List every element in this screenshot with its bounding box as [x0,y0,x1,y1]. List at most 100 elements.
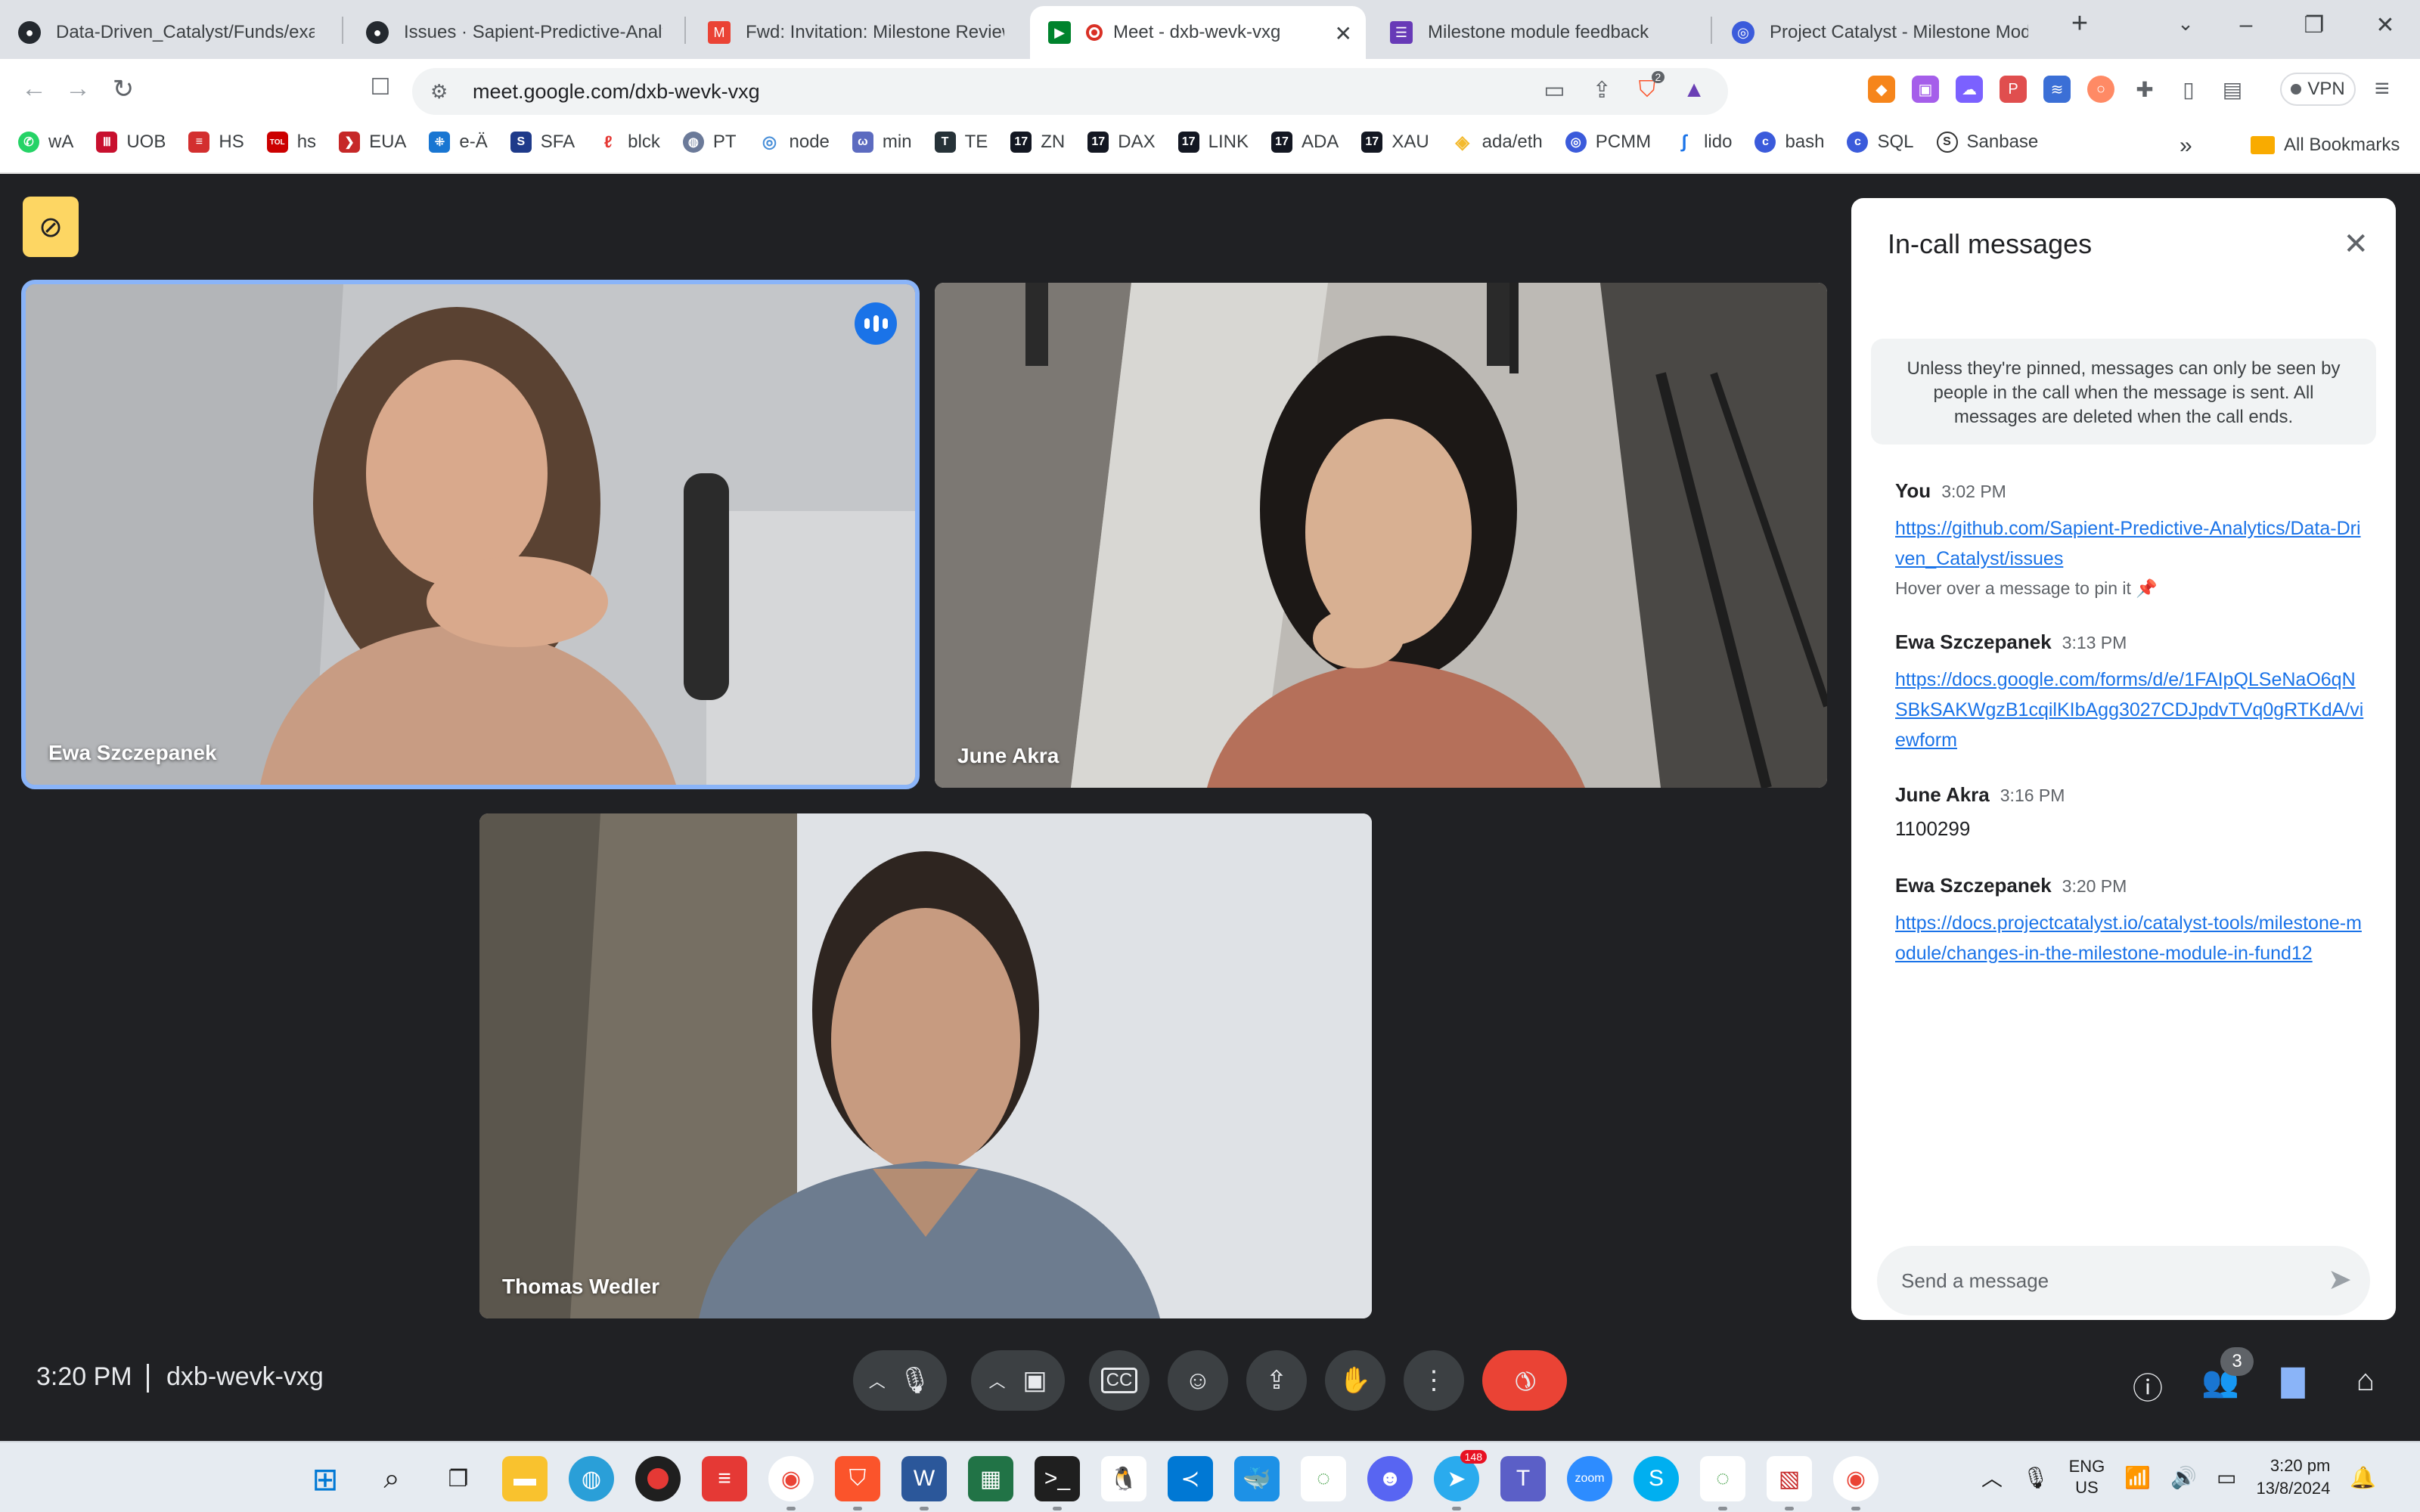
video-options-icon[interactable]: ︿ [988,1368,1005,1393]
search-icon[interactable]: ⌕ [369,1456,414,1501]
bookmark-item[interactable]: 17 ADA [1270,132,1339,153]
meeting-info-icon[interactable]: ⓘ [2125,1364,2170,1408]
microphone-control[interactable]: ︿ 🎙 [853,1350,947,1411]
tab-milestone-feedback[interactable]: ☰ Milestone module feedback [1372,6,1705,59]
bookmark-item[interactable]: ◎ node [759,132,830,153]
wifi-icon[interactable]: 📶 [2124,1465,2151,1490]
bookmark-item[interactable]: S SFA [510,132,575,153]
share-icon[interactable]: ⇪ [1593,77,1612,104]
new-tab-button[interactable]: + [2057,8,2102,40]
raise-hand-button[interactable]: ✋ [1325,1350,1385,1411]
maximize-button[interactable]: ❐ [2291,12,2337,39]
minimize-button[interactable]: – [2223,12,2269,38]
sheets-icon[interactable]: ▦ [968,1456,1013,1501]
camera-icon[interactable]: ▭ [1544,77,1565,104]
reactions-button[interactable]: ☺ [1168,1350,1228,1411]
message-link[interactable]: https://docs.projectcatalyst.io/catalyst… [1895,908,2364,968]
notification-icon[interactable]: 🔔 [2350,1465,2376,1490]
chat-icon[interactable]: ▇ [2270,1364,2316,1399]
bookmark-item[interactable]: T TE [934,132,988,153]
microphone-tray-icon[interactable]: 🎙 [2022,1465,2049,1490]
browser-menu-icon[interactable]: ≡ [2375,74,2390,104]
extension-icon[interactable]: P [2000,76,2027,103]
participant-tile-thomas[interactable]: Thomas Wedler [479,813,1372,1318]
bookmark-item[interactable]: ◈ ada/eth [1451,132,1543,153]
volume-icon[interactable]: 🔊 [2170,1465,2197,1490]
close-window-button[interactable]: ✕ [2363,12,2408,39]
bookmark-item[interactable]: c SQL [1847,132,1914,153]
bookmark-item[interactable]: 17 LINK [1177,132,1249,153]
close-tab-icon[interactable]: ✕ [1335,21,1352,46]
globe-app-icon[interactable]: ◍ [569,1456,614,1501]
wallet-icon[interactable]: ▤ [2219,76,2246,103]
captions-button[interactable]: CC [1089,1350,1150,1411]
message-link[interactable]: https://github.com/Sapient-Predictive-An… [1895,513,2364,574]
tab-gmail-invitation[interactable]: M Fwd: Invitation: Milestone Review [690,6,1022,59]
puzzle-icon[interactable]: ✚ [2131,76,2158,103]
docker-icon[interactable]: 🐳 [1234,1456,1280,1501]
tray-overflow-icon[interactable]: ︿ [1981,1462,2003,1492]
bookmark-item[interactable]: ω min [852,132,912,153]
tab-project-catalyst[interactable]: ◎ Project Catalyst - Milestone Modu [1714,6,2046,59]
message-link[interactable]: https://docs.google.com/forms/d/e/1FAIpQ… [1895,665,2364,755]
bookmark-item[interactable]: Ⅲ UOB [96,132,166,153]
back-button[interactable]: ← [15,74,53,104]
brave-shield-icon[interactable]: ⛉ 2 [1639,71,1665,104]
windows-start-icon[interactable]: ⊞ [302,1456,348,1501]
leave-call-button[interactable]: ✆ [1482,1350,1567,1411]
extension-icon[interactable]: ≋ [2043,76,2071,103]
extension-icon[interactable]: ☁ [1956,76,1983,103]
close-chat-icon[interactable]: ✕ [2343,227,2369,262]
bookmark-item[interactable]: 17 XAU [1361,132,1429,153]
tab-meet[interactable]: ▶ Meet - dxb-wevk-vxg ✕ [1030,6,1366,59]
word-icon[interactable]: W [901,1456,947,1510]
brave-icon[interactable]: ⛉ [835,1456,880,1510]
address-bar[interactable]: ⚙ meet.google.com/dxb-wevk-vxg ▭ ⇪ ⛉ 2 ▲ [412,68,1728,115]
url-text[interactable]: meet.google.com/dxb-wevk-vxg [473,80,760,104]
brave-rewards-icon[interactable]: ▲ [1683,77,1705,104]
task-view-icon[interactable]: ❐ [436,1456,481,1501]
vpn-button[interactable]: VPN [2280,73,2356,106]
discord-icon[interactable]: ☻ [1367,1456,1413,1501]
vscode-icon[interactable]: ≺ [1168,1456,1213,1501]
bookmark-item[interactable]: ❯ EUA [339,132,406,153]
tab-issues[interactable]: ● Issues · Sapient-Predictive-Analyt [348,6,681,59]
bookmark-item[interactable]: ⁜ e-Ä [429,132,488,153]
battery-icon[interactable]: ▭ [2217,1465,2236,1490]
bookmark-item[interactable]: ≡ HS [188,132,244,153]
extension-icon[interactable]: ▣ [1912,76,1939,103]
forward-button[interactable]: → [59,74,97,104]
camera-control[interactable]: ︿ ▣ [971,1350,1065,1411]
participant-tile-june[interactable]: June Akra [935,283,1827,788]
tab-data-driven-catalyst[interactable]: ● Data-Driven_Catalyst/Funds/exan [0,6,333,59]
telegram-icon[interactable]: ➤ 148 [1434,1450,1487,1510]
reload-button[interactable]: ↻ [104,74,142,104]
more-options-button[interactable]: ⋮ [1404,1350,1464,1411]
extension-icon[interactable]: ○ [2087,76,2114,103]
penguin-icon[interactable]: 🐧 [1101,1456,1146,1501]
file-explorer-icon[interactable]: ▬ [502,1456,548,1501]
green-ring-icon[interactable]: ◌ [1700,1456,1745,1510]
microphone-icon[interactable]: 🎙 [898,1365,931,1396]
bookmarks-overflow-icon[interactable]: » [2180,133,2192,159]
skype-icon[interactable]: S [1634,1456,1679,1501]
all-bookmarks-button[interactable]: All Bookmarks [2251,135,2400,156]
message-input[interactable] [1901,1264,2310,1297]
bookmark-item[interactable]: S Sanbase [1936,132,2038,153]
activities-icon[interactable]: ⌂ [2343,1364,2388,1398]
bookmark-item[interactable]: ∫ lido [1674,132,1732,153]
camera-icon[interactable]: ▣ [1022,1365,1047,1396]
bookmark-icon[interactable]: ☐ [361,74,399,101]
send-icon[interactable]: ➤ [2328,1263,2352,1297]
bookmark-item[interactable]: ◍ PT [682,132,737,153]
metamask-icon[interactable]: ◆ [1868,76,1895,103]
site-info-icon[interactable]: ⚙ [430,80,448,104]
bookmark-item[interactable]: ◎ PCMM [1565,132,1651,153]
filezilla-icon[interactable]: ▧ [1767,1456,1812,1510]
language-indicator[interactable]: ENG US [2069,1456,2105,1498]
chrome-profile-icon[interactable]: ◉ [1833,1456,1879,1510]
teams-icon[interactable]: T [1500,1456,1546,1501]
participant-tile-ewa[interactable]: Ewa Szczepanek [21,280,920,789]
zoom-icon[interactable]: zoom [1567,1456,1612,1501]
tab-search-icon[interactable]: ⌄ [2163,12,2208,36]
